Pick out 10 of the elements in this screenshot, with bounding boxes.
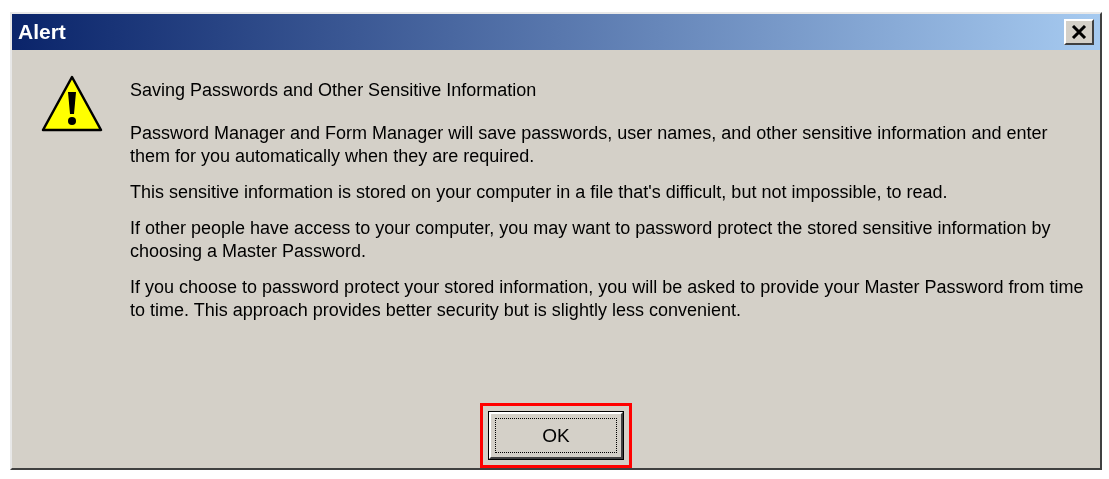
window-title: Alert [18, 20, 66, 44]
message-paragraph: This sensitive information is stored on your computer in a file that's difficult, but not impossible, to read. [130, 181, 949, 204]
message-paragraph: If you choose to password protect your stored information, you will be asked to provide your Master Password from time to time. This approach provides better security but is slightly less convenient. [130, 276, 1085, 322]
message-paragraph: If other people have access to your computer, you may want to password protect the stored sensitive information by choosing a Master Password. [130, 217, 1052, 263]
close-button[interactable] [1064, 19, 1094, 45]
alert-heading: Saving Passwords and Other Sensitive Information [130, 80, 538, 101]
ok-button[interactable]: OK [489, 412, 623, 459]
warning-icon [40, 74, 104, 134]
message-paragraph: Password Manager and Form Manager will save passwords, user names, and other sensitive information and enter them for you automatically when they are required. [130, 122, 1049, 168]
close-icon [1071, 25, 1087, 39]
